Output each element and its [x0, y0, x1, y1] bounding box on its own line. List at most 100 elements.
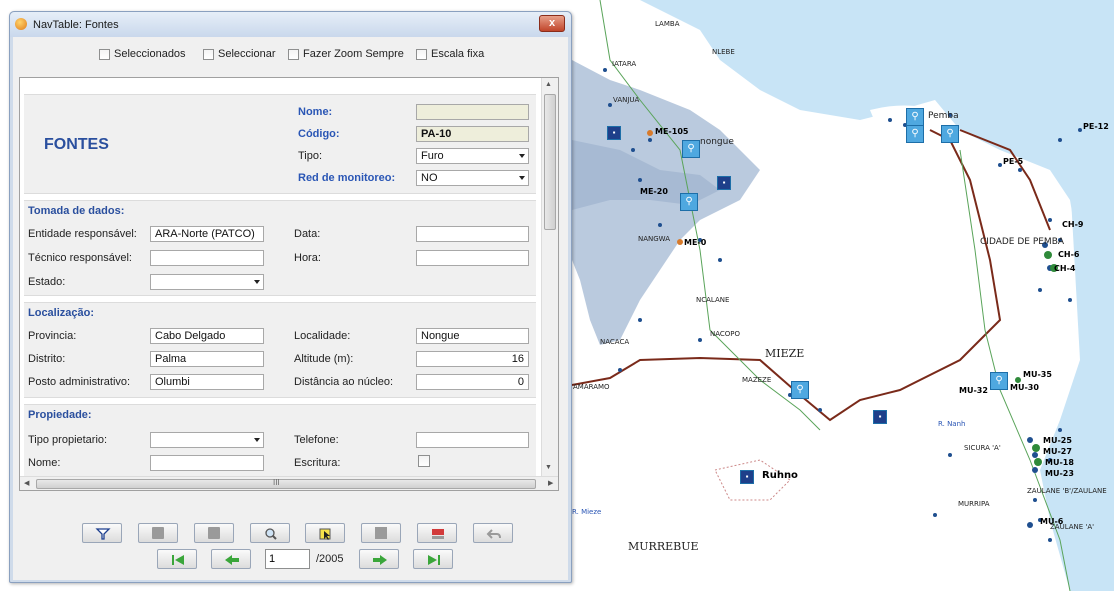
date-label: Data: — [294, 228, 321, 240]
next-record-button[interactable] — [359, 549, 399, 569]
code-field[interactable]: PA-10 — [416, 126, 529, 142]
window-title: NavTable: Fontes — [33, 19, 119, 31]
map-label: MU-25 — [1043, 436, 1072, 445]
save-button[interactable] — [361, 523, 401, 543]
tech-label: Técnico responsável: — [28, 252, 132, 264]
filter-icon — [95, 528, 111, 540]
copy-icon — [152, 527, 164, 539]
scroll-down-icon[interactable]: ▼ — [545, 464, 552, 471]
station-icon[interactable]: ⚲ — [791, 381, 809, 399]
station-icon[interactable]: ▪ — [740, 470, 754, 484]
navtable-window[interactable]: NavTable: Fontes x Seleccionados Selecci… — [9, 11, 572, 583]
selected-checkbox[interactable]: Seleccionados — [99, 48, 186, 60]
section-title: Propiedade: — [28, 409, 92, 421]
map-label: NCALANE — [696, 296, 730, 304]
checkbox-box[interactable] — [99, 48, 110, 60]
checkbox-box[interactable] — [203, 48, 214, 60]
district-field[interactable]: Palma — [150, 351, 264, 367]
section-title: Tomada de dados: — [28, 205, 125, 217]
deed-checkbox[interactable] — [418, 455, 430, 467]
title-bar[interactable]: NavTable: Fontes x — [10, 12, 571, 37]
delete-icon — [432, 529, 444, 539]
network-select[interactable]: NO — [416, 170, 529, 186]
post-field[interactable]: Olumbi — [150, 374, 264, 390]
deed-label: Escritura: — [294, 457, 341, 469]
type-select[interactable]: Furo — [416, 148, 529, 164]
filter-button[interactable] — [82, 523, 122, 543]
distance-field[interactable]: 0 — [416, 374, 529, 390]
owner-type-select[interactable] — [150, 432, 264, 448]
app-icon — [15, 18, 27, 30]
first-record-button[interactable] — [157, 549, 197, 569]
station-icon[interactable]: ▪ — [873, 410, 887, 424]
scroll-thumb[interactable]: III — [36, 478, 536, 489]
map-label: R. Mieze — [572, 508, 602, 516]
scroll-right-icon[interactable]: ▶ — [548, 479, 553, 487]
map-label: MURRIPA — [958, 500, 990, 508]
map-label: Pemba — [928, 111, 959, 121]
checkbox-label: Escala fixa — [431, 48, 485, 60]
map-label: ZAULANE 'A' — [1050, 523, 1095, 531]
checkbox-label: Seleccionar — [218, 48, 276, 60]
previous-record-button[interactable] — [211, 549, 251, 569]
map-label: R. Nanh — [938, 420, 966, 428]
date-field[interactable] — [416, 226, 529, 242]
copy-previous-button[interactable] — [194, 523, 234, 543]
map-label: NLEBE — [712, 48, 735, 56]
record-number-input[interactable]: 1 — [265, 549, 310, 569]
map-label: MAZEZE — [742, 376, 772, 384]
undo-button[interactable] — [473, 523, 513, 543]
locality-field[interactable]: Nongue — [416, 328, 529, 344]
chevron-down-icon — [519, 154, 525, 158]
map-label: MU-27 — [1043, 447, 1072, 456]
checkbox-box[interactable] — [288, 48, 299, 60]
station-icon[interactable]: ▪ — [607, 126, 621, 140]
record-form: FONTES Nome: Código: PA-10 Tipo: Furo Re… — [19, 77, 559, 491]
station-icon[interactable]: ⚲ — [941, 125, 959, 143]
altitude-field[interactable]: 16 — [416, 351, 529, 367]
station-icon[interactable]: ⚲ — [680, 193, 698, 211]
station-icon[interactable]: ⚲ — [906, 108, 924, 126]
map-label: MU-18 — [1045, 458, 1074, 467]
vertical-scrollbar[interactable]: ▲ ▼ — [541, 78, 558, 478]
phone-field[interactable] — [416, 432, 529, 448]
scroll-up-icon[interactable]: ▲ — [545, 81, 552, 88]
network-select-value: NO — [421, 172, 438, 184]
entity-field[interactable]: ARA-Norte (PATCO) — [150, 226, 264, 242]
save-icon — [375, 527, 387, 539]
province-field[interactable]: Cabo Delgado — [150, 328, 264, 344]
copy-previous-icon — [208, 527, 220, 539]
distance-label: Distância ao núcleo: — [294, 376, 394, 388]
station-icon[interactable]: ⚲ — [990, 372, 1008, 390]
header-section: FONTES Nome: Código: PA-10 Tipo: Furo Re… — [24, 94, 536, 194]
station-icon[interactable]: ⚲ — [682, 140, 700, 158]
scroll-left-icon[interactable]: ◀ — [24, 479, 29, 487]
state-select[interactable] — [150, 274, 264, 290]
map-label: MU-35 — [1023, 370, 1052, 379]
last-record-button[interactable] — [413, 549, 453, 569]
close-button[interactable]: x — [539, 15, 565, 32]
checkbox-box[interactable] — [416, 48, 427, 60]
time-field[interactable] — [416, 250, 529, 266]
zoom-button[interactable] — [250, 523, 290, 543]
zoom-always-checkbox[interactable]: Fazer Zoom Sempre — [288, 48, 404, 60]
owner-name-field[interactable] — [150, 455, 264, 471]
fixed-scale-checkbox[interactable]: Escala fixa — [416, 48, 484, 60]
station-icon[interactable]: ⚲ — [906, 125, 924, 143]
phone-label: Telefone: — [294, 434, 339, 446]
map-label: ZAULANE 'B'/ZAULANE — [1027, 487, 1107, 495]
owner-type-label: Tipo propietario: — [28, 434, 108, 446]
name-field[interactable] — [416, 104, 529, 120]
scroll-thumb[interactable] — [544, 94, 556, 230]
checkbox-label: Seleccionados — [114, 48, 186, 60]
delete-button[interactable] — [417, 523, 457, 543]
select-feature-button[interactable] — [305, 523, 345, 543]
tech-field[interactable] — [150, 250, 264, 266]
select-icon — [319, 528, 331, 540]
page-title: FONTES — [44, 136, 109, 153]
copy-selected-button[interactable] — [138, 523, 178, 543]
horizontal-scrollbar[interactable]: ◀ III ▶ — [20, 476, 558, 490]
station-icon[interactable]: ▪ — [717, 176, 731, 190]
select-checkbox[interactable]: Seleccionar — [203, 48, 275, 60]
next-icon — [373, 555, 387, 565]
